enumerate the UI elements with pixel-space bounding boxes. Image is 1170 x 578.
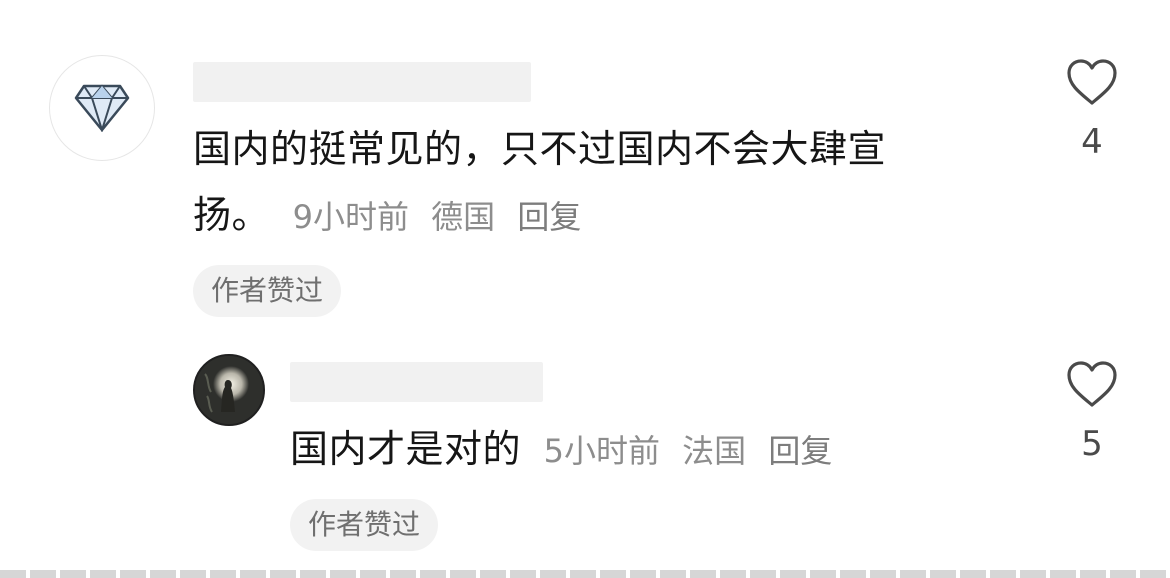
diamond-icon: [74, 84, 130, 132]
comment-time: 5小时前: [543, 432, 660, 470]
comment-time: 9小时前: [292, 198, 409, 236]
author-liked-badge: 作者赞过: [290, 499, 439, 551]
like-button[interactable]: 4: [1064, 58, 1120, 162]
reply-button[interactable]: 回复: [768, 432, 832, 470]
comment-meta: 9小时前 德国 回复: [293, 198, 594, 236]
comment-text-end: 扬。: [193, 193, 271, 237]
comment-location: 德国: [431, 198, 496, 236]
user-avatar[interactable]: [49, 55, 155, 161]
author-liked-badge: 作者赞过: [193, 265, 342, 317]
heart-icon: [1067, 361, 1117, 407]
reply-content: 国内才是对的: [290, 427, 522, 471]
bottom-edge-divider: [0, 570, 1170, 578]
comment-location: 法国: [682, 432, 747, 470]
silhouette-photo: [195, 356, 263, 424]
reply-button[interactable]: 回复: [517, 198, 581, 236]
username-redacted[interactable]: [290, 362, 543, 402]
comment-text-line1: 国内的挺常见的，只不过国内不会大肆宣: [193, 127, 887, 171]
heart-icon: [1067, 59, 1117, 105]
comment-meta: 5小时前 法国 回复: [544, 432, 845, 470]
comment-text-line2: 扬。 9小时前 德国 回复: [193, 182, 593, 250]
reply-text: 国内才是对的 5小时前 法国 回复: [290, 416, 844, 484]
like-count: 4: [1081, 122, 1103, 162]
user-avatar[interactable]: [193, 354, 265, 426]
like-count: 5: [1081, 424, 1103, 464]
like-button[interactable]: 5: [1064, 360, 1120, 464]
username-redacted[interactable]: [193, 62, 531, 102]
